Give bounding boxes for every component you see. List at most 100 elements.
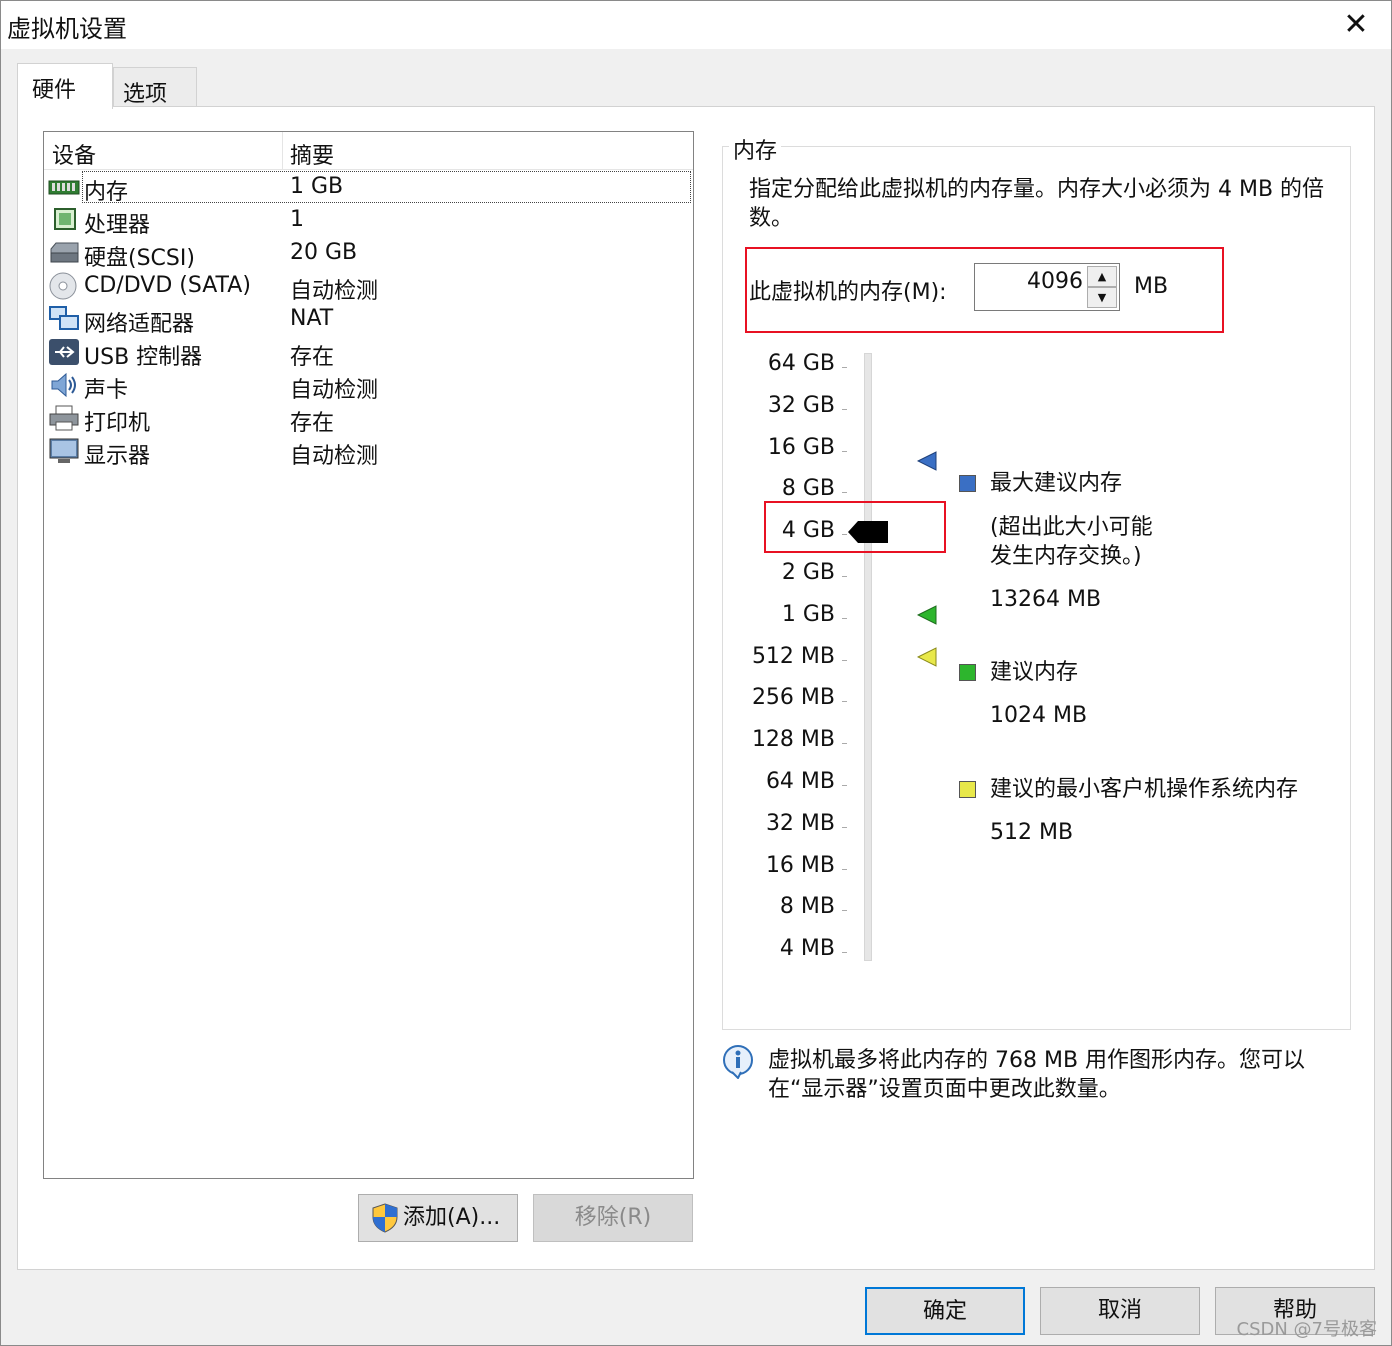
memory-group-title: 内存 — [729, 133, 782, 165]
max-recommended-value: 13264 MB — [990, 587, 1102, 612]
graphics-memory-info: 虚拟机最多将此内存的 768 MB 用作图形内存。您可以 在“显示器”设置页面中… — [768, 1046, 1358, 1104]
recommended-value: 1024 MB — [990, 703, 1088, 728]
sound-card-icon — [51, 372, 76, 398]
device-name: USB 控制器 — [84, 345, 203, 370]
device-row-display[interactable]: 显示器 自动检测 — [44, 435, 693, 469]
usb-icon — [49, 339, 79, 365]
scale-tick-label: 16 GB — [767, 434, 835, 460]
device-row-usb-controller[interactable]: USB 控制器 存在 — [44, 336, 693, 370]
device-name: 声卡 — [84, 378, 129, 403]
min-guest-label: 建议的最小客户机操作系统内存 — [990, 777, 1299, 802]
add-button-label: 添加(A)... — [403, 1205, 501, 1230]
info-line-2: 在“显示器”设置页面中更改此数量。 — [768, 1077, 1121, 1102]
close-button[interactable]: ✕ — [1321, 1, 1391, 49]
device-row-hard-disk[interactable]: 硬盘(SCSI) 20 GB — [44, 237, 693, 271]
scale-tick-mark — [842, 617, 847, 619]
device-list[interactable]: 设备 摘要 内存 1 GB 处理器 1 硬盘(SCSI) 20 GB CD/DV… — [43, 131, 694, 1179]
info-line-1: 虚拟机最多将此内存的 768 MB 用作图形内存。您可以 — [768, 1048, 1306, 1073]
max-recommended-marker-icon — [917, 451, 937, 471]
uac-shield-icon — [372, 1203, 398, 1233]
scale-tick-label: 4 MB — [779, 936, 835, 962]
network-adapter-icon — [49, 306, 79, 330]
column-separator[interactable] — [282, 132, 283, 170]
device-name: 打印机 — [84, 411, 151, 436]
min-guest-value: 512 MB — [990, 820, 1074, 845]
vm-settings-window: 虚拟机设置 ✕ 硬件 选项 设备 摘要 内存 1 GB 处理器 1 硬盘(SCS… — [0, 0, 1392, 1346]
device-name: CD/DVD (SATA) — [84, 273, 251, 298]
tab-options[interactable]: 选项 — [113, 67, 197, 107]
highlight-box-selected-size — [764, 501, 946, 553]
scale-tick-mark — [842, 492, 847, 494]
printer-icon — [49, 405, 79, 431]
device-row-memory[interactable]: 内存 1 GB — [44, 171, 693, 205]
scale-tick-label: 8 GB — [781, 476, 835, 502]
device-summary: 存在 — [290, 345, 335, 370]
device-row-printer[interactable]: 打印机 存在 — [44, 402, 693, 436]
memory-slider-track[interactable] — [864, 353, 872, 961]
scale-tick-mark — [842, 408, 847, 410]
scale-tick-mark — [842, 743, 847, 745]
memory-icon — [48, 180, 80, 195]
recommended-label: 建议内存 — [990, 660, 1079, 685]
device-name: 处理器 — [84, 213, 151, 238]
spin-up-button[interactable]: ▲ — [1087, 266, 1117, 287]
scale-tick-label: 256 MB — [751, 685, 835, 711]
scale-tick-mark — [842, 910, 847, 912]
device-name: 硬盘(SCSI) — [84, 246, 195, 271]
info-icon — [723, 1045, 753, 1079]
device-name: 显示器 — [84, 444, 151, 469]
device-summary: 20 GB — [290, 240, 358, 265]
scale-tick-label: 512 MB — [751, 643, 835, 669]
scale-tick-label: 128 MB — [751, 727, 835, 753]
scale-tick-label: 64 GB — [767, 351, 835, 376]
scale-tick-mark — [842, 701, 847, 703]
watermark: CSDN @7号极客 — [1236, 1319, 1378, 1340]
scale-tick-label: 1 GB — [781, 601, 835, 627]
device-summary: 自动检测 — [290, 378, 379, 403]
tab-options-label: 选项 — [123, 82, 168, 107]
tab-hardware[interactable]: 硬件 — [17, 63, 113, 109]
cancel-button[interactable]: 取消 — [1040, 1287, 1200, 1335]
cd-dvd-icon — [49, 272, 77, 300]
device-row-sound-card[interactable]: 声卡 自动检测 — [44, 369, 693, 403]
device-summary: NAT — [290, 306, 334, 331]
scale-tick-mark — [842, 367, 847, 368]
tab-hardware-label: 硬件 — [32, 78, 77, 103]
processor-icon — [54, 208, 76, 230]
device-summary: 自动检测 — [290, 279, 379, 304]
scale-tick-mark — [842, 826, 847, 828]
memory-description: 指定分配给此虚拟机的内存量。内存大小必须为 4 MB 的倍数。 — [749, 177, 1325, 231]
scale-tick-label: 32 GB — [767, 392, 835, 418]
scale-tick-label: 2 GB — [781, 560, 835, 585]
recommended-marker-icon — [917, 605, 937, 625]
scale-tick-mark — [842, 576, 847, 577]
device-summary: 存在 — [290, 411, 335, 436]
scale-tick-mark — [842, 952, 847, 954]
max-recommended-note-line2: 发生内存交换。) — [990, 544, 1142, 569]
device-row-processor[interactable]: 处理器 1 — [44, 204, 693, 238]
ok-button[interactable]: 确定 — [865, 1287, 1025, 1335]
memory-spinbox[interactable]: 4096 ▲ ▼ — [974, 263, 1120, 311]
device-name: 网络适配器 — [84, 312, 195, 337]
scale-tick-label: 8 MB — [779, 894, 835, 920]
scale-tick-mark — [842, 659, 847, 661]
max-recommended-note-line1: (超出此大小可能 — [990, 515, 1153, 540]
device-row-cd-dvd[interactable]: CD/DVD (SATA) 自动检测 — [44, 270, 693, 304]
device-name: 内存 — [84, 180, 129, 205]
device-row-network-adapter[interactable]: 网络适配器 NAT — [44, 303, 693, 337]
spin-down-button[interactable]: ▼ — [1087, 287, 1117, 308]
display-icon — [49, 438, 79, 463]
selection-focus-box — [82, 171, 691, 203]
memory-value[interactable]: 4096 — [1027, 269, 1083, 294]
scale-tick-mark — [842, 868, 847, 870]
column-header-summary[interactable]: 摘要 — [290, 138, 334, 170]
add-device-button[interactable]: 添加(A)... — [358, 1194, 518, 1242]
device-summary: 1 — [290, 207, 304, 232]
hard-disk-icon — [50, 242, 79, 263]
device-list-header: 设备 摘要 — [44, 132, 693, 170]
memory-field-label: 此虚拟机的内存(M): — [749, 280, 947, 305]
scale-tick-label: 64 MB — [765, 769, 835, 794]
column-header-device[interactable]: 设备 — [52, 138, 96, 170]
min-guest-marker-icon — [917, 647, 937, 667]
remove-device-button[interactable]: 移除(R) — [533, 1194, 693, 1242]
